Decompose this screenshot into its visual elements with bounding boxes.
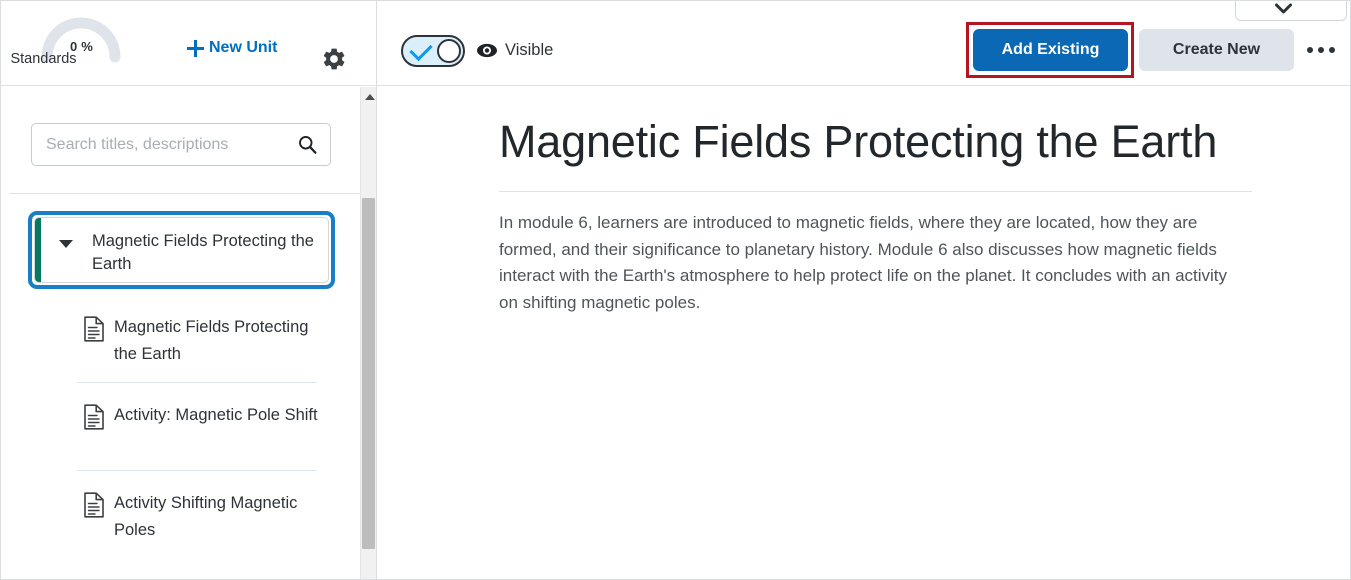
check-icon xyxy=(409,37,433,62)
plus-icon xyxy=(187,39,204,57)
unit-accent-bar xyxy=(35,218,41,282)
content-panel: Visible Add Existing Create New Magnetic… xyxy=(377,1,1350,579)
course-builder-window: 0 % Standards New Unit Search titles, de… xyxy=(0,0,1351,580)
gear-icon[interactable] xyxy=(321,46,347,72)
page-title: Magnetic Fields Protecting the Earth xyxy=(499,116,1218,167)
toggle-knob xyxy=(437,39,461,63)
dot xyxy=(1318,47,1324,53)
magnifier-glyph xyxy=(299,136,317,154)
dot xyxy=(1307,47,1313,53)
unit-inner: Magnetic Fields Protecting the Earth xyxy=(34,217,329,283)
sidebar-unit-magnetic-fields[interactable]: Magnetic Fields Protecting the Earth xyxy=(28,211,335,289)
chevron-down-glyph xyxy=(1275,3,1292,14)
add-existing-button[interactable]: Add Existing xyxy=(973,29,1128,71)
list-item[interactable]: Activity: Magnetic Pole Shift xyxy=(77,402,332,458)
chevron-down-icon[interactable] xyxy=(1275,1,1292,14)
new-unit-label: New Unit xyxy=(209,39,278,56)
page-description: In module 6, learners are introduced to … xyxy=(499,213,1228,312)
create-new-button[interactable]: Create New xyxy=(1139,29,1294,71)
search-box[interactable] xyxy=(31,123,331,166)
sidebar-header: 0 % Standards New Unit xyxy=(1,1,376,86)
visibility-toggle[interactable] xyxy=(401,35,465,67)
document-glyph xyxy=(84,404,104,430)
document-icon xyxy=(83,492,105,518)
list-separator xyxy=(77,470,316,471)
list-item-label: Activity: Magnetic Pole Shift xyxy=(114,406,318,424)
search-input[interactable] xyxy=(32,124,297,165)
document-glyph xyxy=(84,316,104,342)
gauge-label: Standards xyxy=(10,51,77,67)
sidebar-scrollbar-thumb[interactable] xyxy=(362,198,375,549)
document-glyph xyxy=(84,492,104,518)
dot xyxy=(1329,47,1335,53)
content-toolbar: Visible Add Existing Create New xyxy=(377,1,1350,86)
list-item[interactable]: Magnetic Fields Protecting the Earth xyxy=(77,314,332,370)
more-horizontal-icon[interactable] xyxy=(1305,39,1339,61)
search-icon[interactable] xyxy=(297,134,318,155)
sidebar-divider xyxy=(9,193,368,194)
eye-icon xyxy=(476,42,498,59)
document-icon xyxy=(83,316,105,342)
visible-label: Visible xyxy=(505,41,554,59)
document-icon xyxy=(83,404,105,430)
scroll-up-arrow-icon[interactable] xyxy=(365,94,375,100)
unit-title: Magnetic Fields Protecting the Earth xyxy=(92,232,314,273)
gear-glyph xyxy=(323,48,345,70)
title-rule xyxy=(499,191,1252,192)
list-item-label: Magnetic Fields Protecting the Earth xyxy=(114,318,309,363)
list-separator xyxy=(77,382,316,383)
list-item[interactable]: Activity Shifting Magnetic Poles xyxy=(77,490,332,546)
list-item-label: Activity Shifting Magnetic Poles xyxy=(114,494,298,539)
caret-down-icon[interactable] xyxy=(59,240,73,248)
sidebar: 0 % Standards New Unit Search titles, de… xyxy=(1,1,376,579)
new-unit-button[interactable]: New Unit xyxy=(187,39,277,57)
eye-glyph xyxy=(477,43,497,58)
